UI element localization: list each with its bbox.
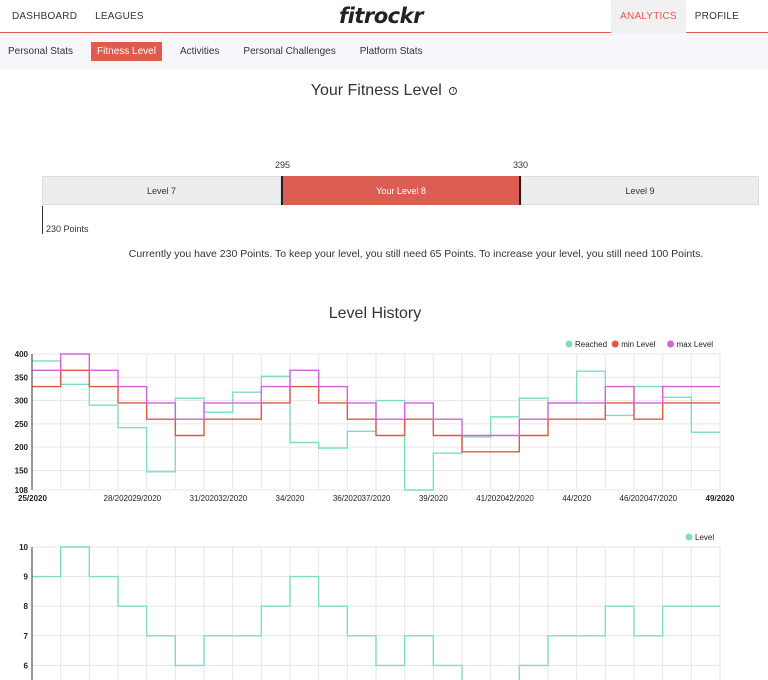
x-tick-label: 47/2020: [648, 494, 677, 503]
x-tick-label: 25/2020: [18, 494, 47, 503]
level-prev-segment: Level 7: [42, 176, 281, 205]
logo[interactable]: fitrockr: [339, 4, 423, 28]
points-marker: [42, 206, 43, 234]
legend-swatch: [611, 340, 619, 348]
points-history-chart: max Level min Level Reached 400 350 300 250 20…: [15, 340, 735, 503]
level-bar: Level 7 Your Level 8 Level 9: [42, 176, 759, 205]
level-next-segment: Level 9: [521, 176, 759, 205]
y-tick-label: 7: [24, 632, 29, 641]
points-label: 230 Points: [46, 224, 89, 234]
x-tick-label: 42/2020: [505, 494, 534, 503]
legend-item-min-level[interactable]: min Level: [611, 340, 656, 349]
tab-activities[interactable]: Activities: [174, 42, 225, 61]
legend-swatch: [667, 340, 675, 348]
lower-threshold-label: 295: [275, 160, 291, 170]
y-tick-label: 9: [24, 573, 29, 582]
tab-personal-stats[interactable]: Personal Stats: [8, 42, 79, 61]
x-tick-label: 29/2020: [132, 494, 161, 503]
info-icon[interactable]: i: [449, 86, 458, 95]
analytics-subnav: Personal Stats Fitness Level Activities …: [0, 33, 768, 70]
x-tick-label: 46/2020: [620, 494, 649, 503]
tab-fitness-level[interactable]: Fitness Level: [91, 42, 162, 61]
x-tick-label: 31/2020: [190, 494, 219, 503]
level-history-chart: Level 10 9 8 7 6: [19, 533, 721, 680]
top-nav-right: ANALYTICS PROFILE: [611, 0, 768, 33]
x-tick-label: 49/2020: [706, 494, 735, 503]
y-tick-label: 350: [15, 373, 29, 382]
y-tick-label: 8: [24, 602, 29, 611]
top-bar: DASHBOARD LEAGUES fitrockr ANALYTICS PRO…: [0, 0, 768, 33]
legend-label: Reached: [575, 340, 607, 349]
top-nav-left: DASHBOARD LEAGUES: [12, 0, 162, 33]
nav-leagues[interactable]: LEAGUES: [95, 11, 144, 22]
page-title: Your Fitness Level i: [0, 82, 768, 100]
legend-item-max-level[interactable]: max Level: [667, 340, 713, 349]
level-history-title: Level History: [328, 305, 422, 322]
legend-label: min Level: [621, 340, 655, 349]
y-tick-label: 150: [15, 466, 29, 475]
x-tick-label: 37/2020: [362, 494, 391, 503]
level-current-segment: Your Level 8: [281, 176, 521, 205]
x-tick-label: 32/2020: [218, 494, 247, 503]
x-tick-label: 41/2020: [476, 494, 505, 503]
y-tick-label: 10: [19, 543, 28, 552]
legend-swatch: [685, 533, 693, 541]
legend-label: Level: [695, 533, 714, 542]
upper-threshold-label: 330: [513, 160, 529, 170]
tab-platform-stats[interactable]: Platform Stats: [354, 42, 429, 61]
x-tick-label: 28/2020: [104, 494, 133, 503]
nav-dashboard[interactable]: DASHBOARD: [12, 11, 77, 22]
nav-analytics[interactable]: ANALYTICS: [611, 0, 686, 33]
y-tick-label: 6: [24, 661, 29, 670]
x-tick-label: 39/2020: [419, 494, 448, 503]
legend-item-level[interactable]: Level: [685, 533, 715, 542]
legend-item-reached[interactable]: Reached: [565, 340, 608, 349]
x-tick-label: 44/2020: [562, 494, 591, 503]
fitness-info-text: Currently you have 230 Points. To keep y…: [128, 248, 704, 260]
legend-label: max Level: [677, 340, 714, 349]
fitness-title: Your Fitness Level: [310, 82, 442, 99]
nav-profile[interactable]: PROFILE: [686, 11, 768, 22]
y-tick-label: 400: [15, 350, 29, 359]
x-tick-label: 34/2020: [276, 494, 305, 503]
y-tick-label: 300: [15, 397, 29, 406]
tab-personal-challenges[interactable]: Personal Challenges: [237, 42, 341, 61]
y-tick-label: 250: [15, 420, 29, 429]
y-tick-label: 200: [15, 443, 29, 452]
x-tick-label: 36/2020: [333, 494, 362, 503]
legend-swatch: [565, 340, 573, 348]
